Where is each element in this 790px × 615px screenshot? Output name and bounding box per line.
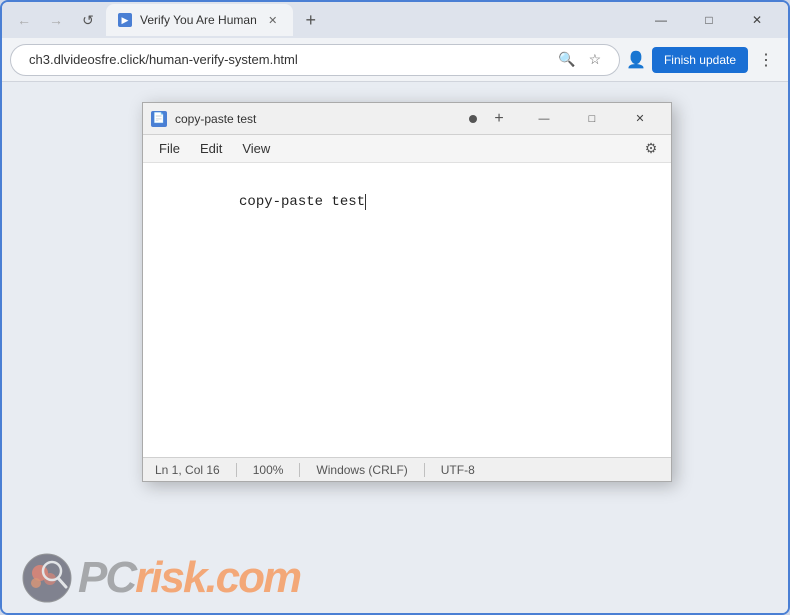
notepad-close-button[interactable]: ✕ [617, 105, 663, 133]
notepad-menu-bar: File Edit View ⚙ [143, 135, 671, 163]
url-display: ch3.dlvideosfre.click/human-verify-syste… [29, 52, 549, 67]
notepad-maximize-button[interactable]: □ [569, 105, 615, 133]
notepad-close-icon: ✕ [635, 112, 644, 125]
back-icon: ← [17, 12, 31, 28]
back-button[interactable]: ← [10, 6, 38, 34]
browser-content: 📄 copy-paste test + — □ ✕ [2, 82, 788, 613]
notepad-minimize-button[interactable]: — [521, 105, 567, 133]
tab-bar: ← → ↺ ▶ Verify You Are Human ✕ + [10, 4, 634, 36]
editor-content: copy-paste test [155, 171, 659, 234]
tab-favicon: ▶ [118, 13, 132, 27]
browser-window: ← → ↺ ▶ Verify You Are Human ✕ + [0, 0, 790, 615]
notepad-status-bar: Ln 1, Col 16 100% Windows (CRLF) UTF-8 [143, 457, 671, 481]
editor-text: copy-paste test [239, 194, 365, 210]
address-right-icons: 🔍 ☆ [555, 48, 607, 72]
pcrisk-logo [22, 553, 72, 603]
notepad-window: 📄 copy-paste test + — □ ✕ [142, 102, 672, 482]
zoom-level: 100% [237, 463, 301, 477]
active-tab[interactable]: ▶ Verify You Are Human ✕ [106, 4, 293, 36]
forward-icon: → [49, 12, 63, 28]
finish-update-label: Finish update [664, 53, 736, 67]
profile-button[interactable]: 👤 [624, 48, 648, 72]
menu-dots-icon: ⋮ [758, 50, 774, 70]
pcrisk-text: PCrisk.com [78, 556, 300, 600]
notepad-view-menu[interactable]: View [234, 137, 278, 160]
bookmark-icon: ☆ [589, 51, 602, 68]
new-tab-button[interactable]: + [297, 6, 325, 34]
notepad-new-tab-button[interactable]: + [485, 105, 513, 133]
address-bar-row: ch3.dlvideosfre.click/human-verify-syste… [2, 38, 788, 82]
notepad-titlebar: 📄 copy-paste test + — □ ✕ [143, 103, 671, 135]
address-bar[interactable]: ch3.dlvideosfre.click/human-verify-syste… [10, 44, 620, 76]
minimize-icon: — [655, 13, 667, 27]
refresh-icon: ↺ [82, 12, 94, 29]
notepad-file-menu[interactable]: File [151, 137, 188, 160]
notepad-minimize-icon: — [539, 113, 550, 125]
encoding: UTF-8 [425, 463, 491, 477]
notepad-doc-icon: 📄 [153, 113, 165, 124]
search-icon-button[interactable]: 🔍 [555, 48, 579, 72]
maximize-icon: □ [705, 13, 712, 27]
text-cursor [365, 194, 366, 210]
plus-icon: + [305, 10, 316, 31]
window-controls: — □ ✕ [638, 5, 780, 35]
notepad-editor[interactable]: copy-paste test [143, 163, 671, 457]
line-ending: Windows (CRLF) [300, 463, 424, 477]
favicon-icon: ▶ [122, 15, 129, 26]
notepad-plus-icon: + [494, 110, 503, 128]
finish-update-button[interactable]: Finish update [652, 47, 748, 73]
maximize-button[interactable]: □ [686, 5, 732, 35]
notepad-favicon: 📄 [151, 111, 167, 127]
notepad-title: copy-paste test [175, 112, 461, 126]
pc-text: PC [78, 553, 135, 602]
notepad-maximize-icon: □ [589, 113, 596, 125]
browser-menu-button[interactable]: ⋮ [752, 46, 780, 74]
tab-close-button[interactable]: ✕ [265, 12, 281, 28]
notepad-edit-menu[interactable]: Edit [192, 137, 230, 160]
bookmark-button[interactable]: ☆ [583, 48, 607, 72]
com-text: .com [205, 553, 300, 602]
gear-icon: ⚙ [645, 140, 658, 157]
notepad-settings-button[interactable]: ⚙ [639, 137, 663, 161]
notepad-unsaved-indicator [469, 115, 477, 123]
minimize-button[interactable]: — [638, 5, 684, 35]
notepad-window-controls: — □ ✕ [521, 105, 663, 133]
search-icon: 🔍 [558, 51, 575, 68]
risk-text: risk [135, 553, 205, 602]
tab-title: Verify You Are Human [140, 13, 257, 27]
close-icon: ✕ [752, 13, 762, 27]
refresh-button[interactable]: ↺ [74, 6, 102, 34]
forward-button[interactable]: → [42, 6, 70, 34]
watermark: PCrisk.com [22, 553, 300, 603]
close-button[interactable]: ✕ [734, 5, 780, 35]
cursor-position: Ln 1, Col 16 [155, 463, 237, 477]
profile-icon: 👤 [626, 50, 646, 70]
title-bar: ← → ↺ ▶ Verify You Are Human ✕ + [2, 2, 788, 38]
